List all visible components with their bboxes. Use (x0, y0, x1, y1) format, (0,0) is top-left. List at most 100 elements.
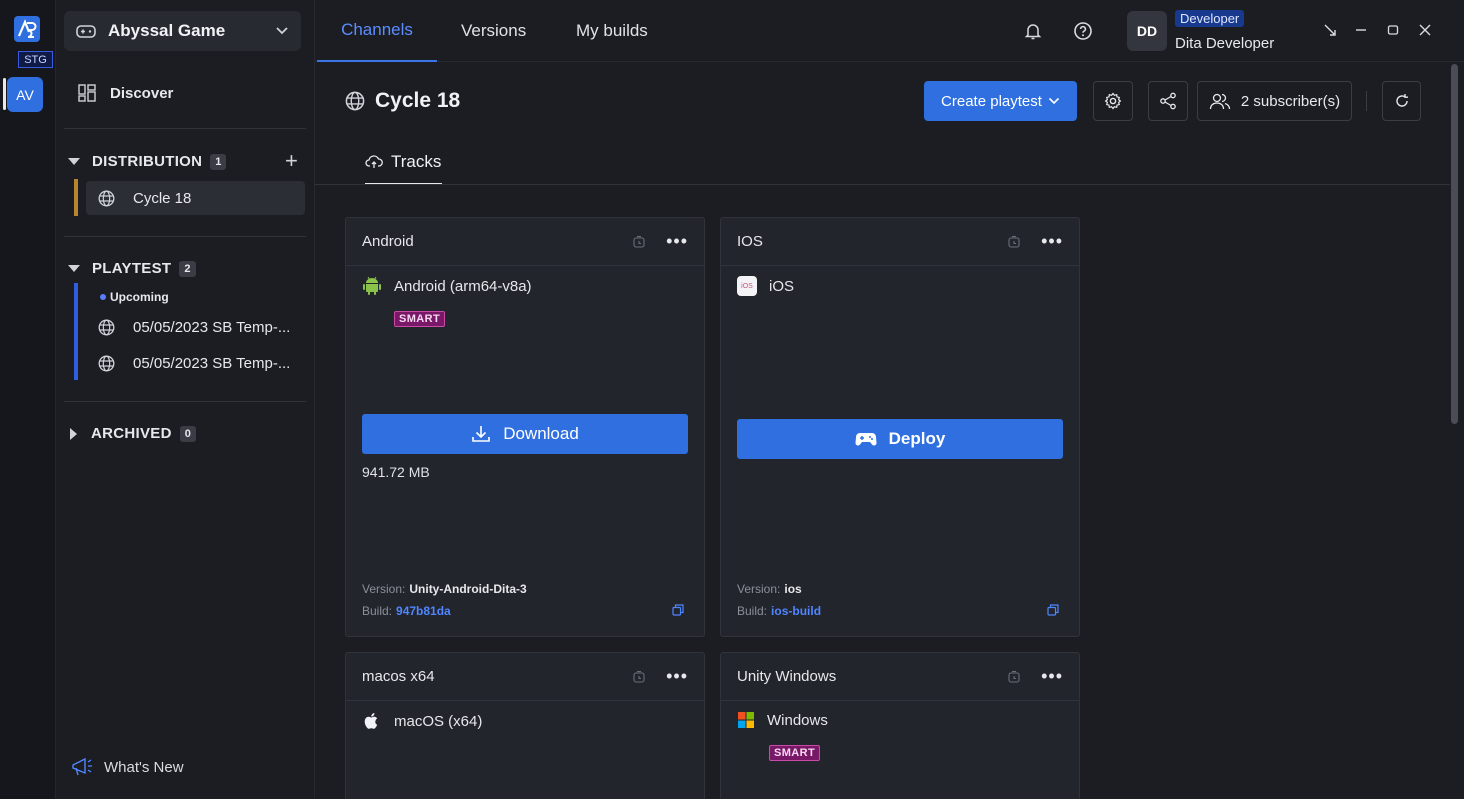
help-icon[interactable] (1072, 20, 1094, 42)
tab-underline (315, 184, 1450, 185)
smart-badge: SMART (769, 745, 821, 761)
tab-my-builds[interactable]: My builds (576, 0, 648, 62)
tracks-label: Tracks (391, 151, 442, 171)
refresh-button[interactable] (1382, 81, 1421, 121)
history-icon[interactable] (632, 670, 646, 684)
archived-section-toggle[interactable]: ARCHIVED 0 (68, 425, 196, 442)
collapse-icon[interactable] (1318, 18, 1342, 42)
tab-tracks[interactable]: Tracks (365, 146, 443, 185)
minimize-icon[interactable] (1349, 18, 1373, 42)
scrollbar-thumb[interactable] (1451, 64, 1458, 424)
copy-icon[interactable] (672, 604, 684, 616)
game-selector[interactable]: Abyssal Game (64, 11, 301, 51)
whats-new-link[interactable]: What's New (70, 756, 184, 778)
upcoming-label: Upcoming (110, 290, 169, 304)
workspace-avatar[interactable]: AV (7, 77, 43, 112)
build-label: Build: (737, 604, 768, 618)
platform-name: macOS (x64) (394, 712, 483, 730)
deploy-button[interactable]: Deploy (737, 419, 1063, 459)
distribution-section-toggle[interactable]: DISTRIBUTION 1 (68, 153, 227, 170)
platform-row: iOS iOS (737, 276, 794, 296)
distribution-bar (74, 179, 78, 216)
platform-name: Android (arm64-v8a) (394, 277, 532, 295)
ios-icon: iOS (737, 276, 757, 296)
build-size: 941.72 MB (362, 464, 430, 480)
sidebar-item-playtest[interactable]: 05/05/2023 SB Temp-... (86, 310, 305, 344)
sidebar-item-playtest[interactable]: 05/05/2023 SB Temp-... (86, 346, 305, 380)
sidebar-item-discover[interactable]: Discover (78, 84, 173, 102)
distribution-count: 1 (210, 153, 227, 170)
history-icon[interactable] (632, 235, 646, 249)
platform-name: Windows (767, 711, 828, 729)
copy-icon[interactable] (1047, 604, 1059, 616)
more-options-icon[interactable]: ••• (666, 231, 688, 252)
workspace-rail: STG AV (0, 0, 56, 799)
more-options-icon[interactable]: ••• (1041, 231, 1063, 252)
caret-down-icon (68, 265, 80, 272)
gamepad-icon (76, 25, 96, 38)
refresh-icon (1395, 94, 1408, 107)
share-icon (1160, 92, 1176, 110)
download-label: Download (503, 424, 579, 443)
card-title: macos x64 (362, 668, 435, 685)
environment-badge: STG (18, 51, 53, 68)
version-label: Version: (362, 582, 406, 596)
card-title: IOS (737, 233, 763, 250)
close-icon[interactable] (1413, 18, 1437, 42)
android-icon (363, 276, 381, 295)
version-value: ios (784, 582, 802, 596)
user-avatar[interactable]: DD (1127, 11, 1167, 51)
sidebar-item-label: Cycle 18 (133, 189, 192, 207)
smart-badge: SMART (394, 311, 446, 327)
archived-section-label: ARCHIVED (91, 425, 172, 442)
megaphone-icon (72, 757, 92, 776)
tab-versions[interactable]: Versions (461, 0, 526, 62)
download-button[interactable]: Download (362, 414, 688, 454)
discover-label: Discover (110, 84, 174, 102)
toolbar-divider (1366, 91, 1367, 111)
share-button[interactable] (1148, 81, 1188, 121)
windows-icon (738, 712, 754, 728)
settings-button[interactable] (1093, 81, 1133, 121)
sidebar-item-label: 05/05/2023 SB Temp-... (133, 354, 291, 372)
workspace-active-indicator (3, 78, 6, 110)
build-row: Build: ios-build (737, 604, 821, 618)
build-link[interactable]: 947b81da (396, 604, 451, 618)
gear-icon (1104, 92, 1122, 110)
platform-row: Windows (737, 711, 828, 729)
maximize-icon[interactable] (1381, 18, 1405, 42)
app-logo-icon (14, 16, 40, 42)
upcoming-group-label: Upcoming (100, 290, 169, 304)
more-options-icon[interactable]: ••• (666, 666, 688, 687)
add-distribution-icon[interactable]: + (285, 150, 298, 172)
version-label: Version: (737, 582, 781, 596)
bell-icon[interactable] (1022, 20, 1044, 42)
status-dot (100, 294, 106, 300)
main-content: Cycle 18 Create playtest 2 subscriber(s)… (315, 63, 1450, 799)
build-link[interactable]: ios-build (771, 604, 821, 618)
track-card-macos: macos x64 ••• macOS (x64) (345, 652, 705, 799)
tab-channels[interactable]: Channels (317, 0, 437, 62)
card-title: Android (362, 233, 414, 250)
whats-new-label: What's New (104, 758, 184, 776)
playtest-section-label: PLAYTEST (92, 260, 172, 277)
playtest-section-toggle[interactable]: PLAYTEST 2 (68, 260, 196, 277)
history-icon[interactable] (1007, 235, 1021, 249)
card-header: Android ••• (346, 218, 704, 266)
sidebar-divider (64, 401, 306, 402)
history-icon[interactable] (1007, 670, 1021, 684)
more-options-icon[interactable]: ••• (1041, 666, 1063, 687)
distribution-section-label: DISTRIBUTION (92, 153, 203, 170)
subscribers-button[interactable]: 2 subscriber(s) (1197, 81, 1352, 121)
chevron-down-icon (276, 27, 288, 35)
sidebar-divider (64, 128, 306, 129)
card-title: Unity Windows (737, 668, 837, 685)
user-name: Dita Developer (1175, 35, 1275, 52)
globe-icon (98, 190, 115, 206)
track-card-windows: Unity Windows ••• Windows SMART (720, 652, 1080, 799)
download-icon (472, 426, 490, 442)
create-playtest-button[interactable]: Create playtest (924, 81, 1077, 121)
card-header: Unity Windows ••• (721, 653, 1079, 701)
sidebar-item-cycle-18[interactable]: Cycle 18 (86, 181, 305, 215)
chevron-down-icon (1048, 97, 1060, 105)
